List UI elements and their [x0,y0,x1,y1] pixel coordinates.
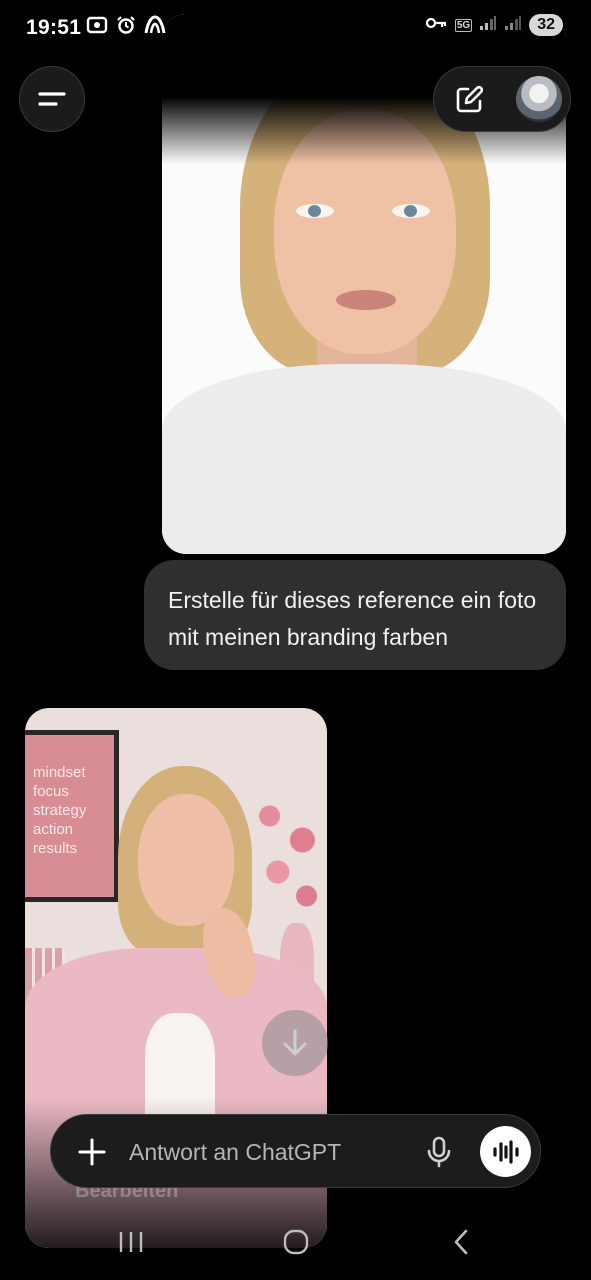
alarm-icon [116,15,136,40]
poster-line: results [33,840,78,857]
scroll-down-button[interactable] [262,1010,328,1076]
poster-line: focus [33,783,69,800]
user-message-bubble: Erstelle für dieses reference ein foto m… [144,560,566,670]
back-icon [454,1229,468,1255]
app-notification-icon [144,15,166,40]
poster-line: strategy [33,802,87,819]
voice-mode-button[interactable] [480,1126,531,1177]
message-input[interactable] [129,1133,409,1171]
recent-apps-icon [119,1232,143,1252]
message-composer [50,1114,541,1188]
new-chat-icon [456,85,484,113]
face-shape [138,794,234,926]
plus-icon [78,1138,106,1166]
home-button[interactable] [271,1222,321,1262]
signal-icon [479,15,497,36]
screen-recorder-icon [86,15,108,40]
menu-icon [38,92,66,106]
white-shirt [162,364,566,554]
microphone-icon [427,1136,451,1168]
status-left-icons [86,15,166,40]
status-bar: 19:51 5G 32 [0,0,591,56]
eye-left [296,204,334,218]
dictate-button[interactable] [421,1133,457,1171]
wall-poster: mindset focus strategy action results [25,730,119,902]
back-button[interactable] [436,1222,486,1262]
voice-waveform-icon [492,1139,519,1164]
header-actions [433,66,571,132]
menu-button[interactable] [19,66,85,132]
system-nav-bar [0,1208,591,1280]
eye-right [392,204,430,218]
poster-line: action [33,821,74,838]
vpn-key-icon [425,16,448,35]
robot-avatar[interactable] [516,76,562,122]
lips-shape [336,290,396,310]
home-icon [283,1229,309,1255]
battery-indicator: 32 [529,14,563,36]
poster-line: mindset [33,764,86,781]
network-5g-icon: 5G [454,18,473,32]
recent-apps-button[interactable] [106,1222,156,1262]
pink-flowers [245,768,327,928]
status-right-icons: 5G 32 [425,14,563,36]
new-chat-button[interactable] [452,83,486,117]
arrow-down-icon [283,1029,307,1056]
signal-icon-2 [504,15,522,36]
status-time: 19:51 [26,16,82,39]
attach-button[interactable] [73,1133,111,1171]
